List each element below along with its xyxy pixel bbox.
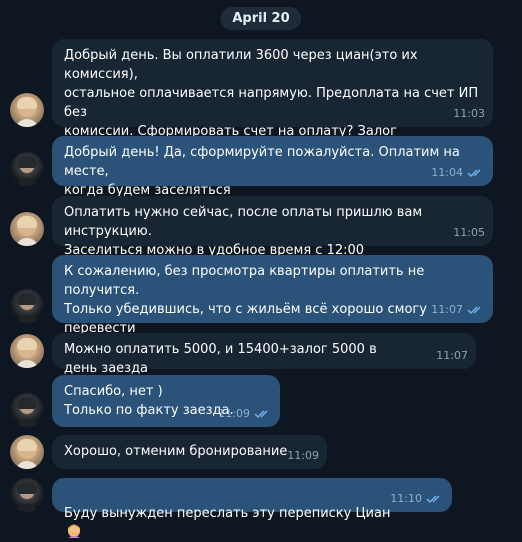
woman-avatar[interactable] <box>10 93 44 127</box>
message-row: Можно оплатить 5000, и 15400+залог 5000 … <box>10 333 512 376</box>
message-text: Добрый день! Да, сформируйте пожалуйста.… <box>64 145 460 198</box>
message-bubble-incoming[interactable]: Оплатить нужно сейчас, после оплаты приш… <box>52 196 493 258</box>
message-text: Хорошо, отменим бронирование <box>64 444 288 459</box>
message-row: Добрый день. Вы оплатили 3600 через циан… <box>10 39 512 177</box>
message-time: 11:10 <box>390 492 422 505</box>
double-check-icon <box>426 494 440 503</box>
message-time: 11:09 <box>287 449 319 462</box>
man-avatar[interactable] <box>10 289 44 323</box>
message-bubble-outgoing[interactable]: Добрый день! Да, сформируйте пожалуйста.… <box>52 136 493 198</box>
message-time: 11:07 <box>436 349 468 362</box>
woman-facepalming-emoji <box>68 524 80 538</box>
message-text: Оплатить нужно сейчас, после оплаты приш… <box>64 205 423 258</box>
message-bubble-outgoing[interactable]: Спасибо, нет ) Только по факту заезда. 1… <box>52 375 280 427</box>
message-row: Хорошо, отменим бронирование 11:09 <box>10 435 512 469</box>
man-avatar[interactable] <box>10 393 44 427</box>
message-text: Буду вынужден переслать эту переписку Ци… <box>64 485 440 542</box>
message-bubble-outgoing[interactable]: К сожалению, без просмотра квартиры опла… <box>52 255 493 355</box>
message-bubble-incoming[interactable]: Хорошо, отменим бронирование 11:09 <box>52 435 327 469</box>
message-row: Спасибо, нет ) Только по факту заезда. 1… <box>10 375 512 427</box>
message-bubble-incoming[interactable]: Можно оплатить 5000, и 15400+залог 5000 … <box>52 333 476 376</box>
message-row: К сожалению, без просмотра квартиры опла… <box>10 255 512 355</box>
message-bubble-outgoing[interactable]: Буду вынужден переслать эту переписку Ци… <box>52 478 452 538</box>
message-row: Оплатить нужно сейчас, после оплаты приш… <box>10 196 512 258</box>
double-check-icon <box>467 168 481 177</box>
date-separator: April 20 <box>220 7 302 30</box>
message-time: 11:03 <box>453 107 485 120</box>
message-time: 11:04 <box>431 166 463 179</box>
message-text: Можно оплатить 5000, и 15400+залог 5000 … <box>64 342 377 376</box>
message-time: 11:05 <box>453 226 485 239</box>
woman-avatar[interactable] <box>10 212 44 246</box>
message-time: 11:07 <box>431 303 463 316</box>
woman-avatar[interactable] <box>10 435 44 469</box>
double-check-icon <box>467 305 481 314</box>
message-bubble-incoming[interactable]: Добрый день. Вы оплатили 3600 через циан… <box>52 39 493 177</box>
message-text-content: Буду вынужден переслать эту переписку Ци… <box>64 506 391 521</box>
message-time: 11:09 <box>218 407 250 420</box>
woman-avatar[interactable] <box>10 334 44 368</box>
man-avatar[interactable] <box>10 152 44 186</box>
message-row: Добрый день! Да, сформируйте пожалуйста.… <box>10 136 512 198</box>
message-row: Буду вынужден переслать эту переписку Ци… <box>10 478 512 538</box>
man-avatar[interactable] <box>10 478 44 512</box>
double-check-icon <box>254 409 268 418</box>
